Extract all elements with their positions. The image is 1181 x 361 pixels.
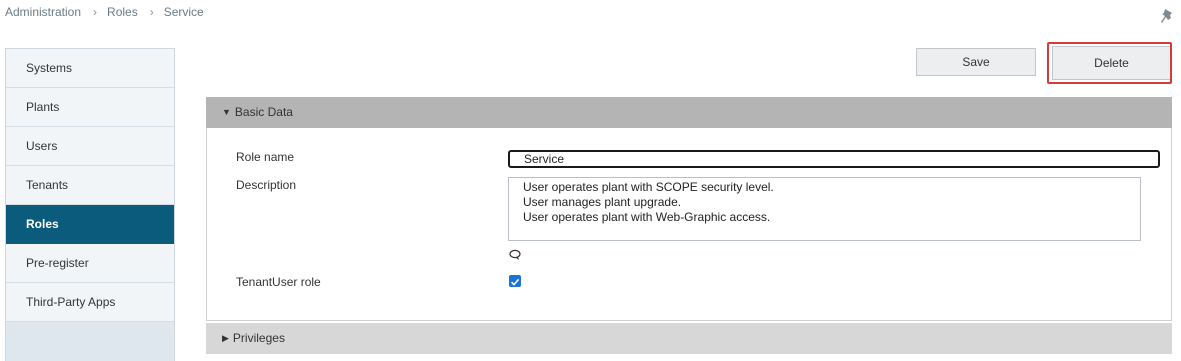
description-label: Description [236, 178, 297, 192]
sidebar-item-users[interactable]: Users [6, 127, 174, 166]
sidebar-item-tenants[interactable]: Tenants [6, 166, 174, 205]
breadcrumb-separator: › [93, 5, 98, 19]
comment-icon[interactable] [509, 249, 521, 261]
sidebar-item-third-party-apps[interactable]: Third-Party Apps [6, 283, 174, 322]
triangle-down-icon: ▼ [222, 107, 231, 117]
checkmark-icon [510, 278, 520, 286]
privileges-title: Privileges [232, 331, 285, 345]
tenant-user-role-label: TenantUser role [236, 275, 321, 289]
delete-button[interactable]: Delete [1052, 46, 1171, 80]
sidebar-item-roles[interactable]: Roles [6, 205, 174, 244]
basic-data-header[interactable]: ▼ Basic Data [206, 97, 1172, 128]
breadcrumb: Administration › Roles › Service [5, 5, 204, 19]
description-line: User manages plant upgrade. [523, 195, 682, 209]
sidebar-item-plants[interactable]: Plants [6, 88, 174, 127]
role-name-input[interactable]: Service [508, 150, 1160, 168]
sidebar-item-pre-register[interactable]: Pre-register [6, 244, 174, 283]
triangle-right-icon: ▶ [222, 333, 229, 343]
privileges-header[interactable]: ▶ Privileges [206, 323, 1172, 354]
pin-icon[interactable] [1160, 9, 1174, 25]
breadcrumb-current: Service [163, 5, 204, 19]
sidebar-item-systems[interactable]: Systems [6, 49, 174, 88]
description-textarea[interactable]: User operates plant with SCOPE security … [508, 177, 1141, 241]
tenant-user-role-checkbox[interactable] [509, 275, 521, 287]
role-name-label: Role name [236, 150, 295, 164]
save-button[interactable]: Save [916, 48, 1036, 76]
sidebar: Systems Plants Users Tenants Roles Pre-r… [5, 48, 175, 361]
description-line: User operates plant with Web-Graphic acc… [523, 210, 771, 224]
breadcrumb-administration[interactable]: Administration [5, 5, 81, 19]
breadcrumb-roles[interactable]: Roles [107, 5, 138, 19]
description-line: User operates plant with SCOPE security … [523, 180, 774, 194]
basic-data-title: Basic Data [234, 105, 293, 119]
breadcrumb-separator: › [149, 5, 154, 19]
